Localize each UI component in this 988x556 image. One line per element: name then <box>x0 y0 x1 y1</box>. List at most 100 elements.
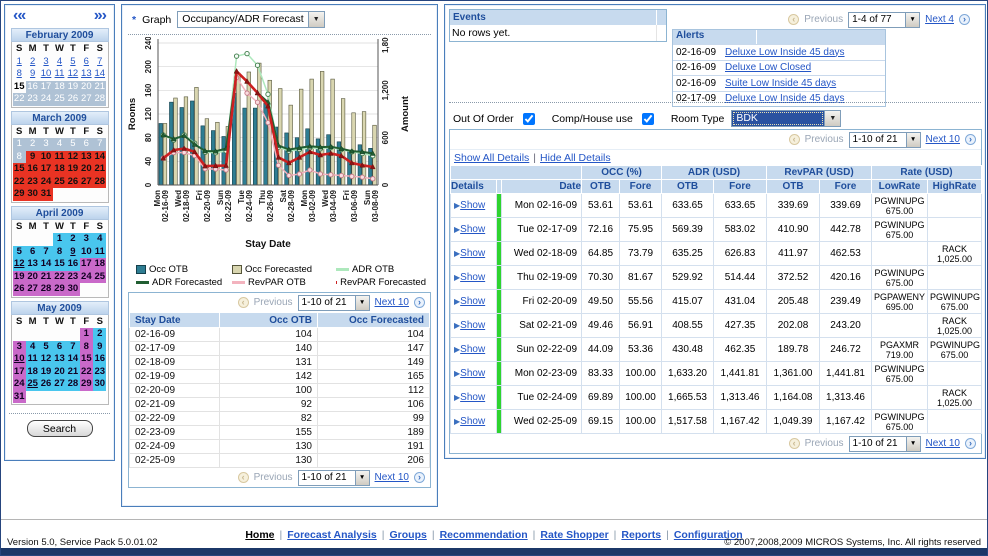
calendar-day[interactable]: 9 <box>26 151 39 164</box>
calendar-day[interactable]: 25 <box>26 378 39 391</box>
previous-page-icon[interactable]: ‹ <box>788 14 799 25</box>
calendar-day[interactable]: 23 <box>26 176 39 189</box>
calendar-day[interactable]: 27 <box>53 378 66 391</box>
footer-nav-home[interactable]: Home <box>245 529 274 541</box>
calendar-day[interactable]: 15 <box>53 258 66 271</box>
calendar-day[interactable]: 7 <box>39 246 52 259</box>
calendar-day[interactable]: 6 <box>26 246 39 259</box>
calendar-day[interactable]: 14 <box>93 68 106 81</box>
search-button[interactable]: Search <box>27 420 93 437</box>
calendar-day[interactable]: 1 <box>80 328 93 341</box>
calendar-day[interactable]: 10 <box>13 353 26 366</box>
calendar-day[interactable]: 30 <box>93 378 106 391</box>
graph-type-select[interactable]: Occupancy/ADR Forecast ▼ <box>177 11 324 28</box>
calendar-day[interactable]: 9 <box>66 246 79 259</box>
alert-link[interactable]: Suite Low Inside 45 days <box>725 78 885 89</box>
next-page-link[interactable]: Next 10 <box>926 438 960 449</box>
show-details-link[interactable]: Show <box>460 296 485 307</box>
calendar-day[interactable]: 2 <box>93 328 106 341</box>
calendar-day[interactable]: 18 <box>26 366 39 379</box>
next-page-link[interactable]: Next 4 <box>925 14 954 25</box>
next-page-icon[interactable]: › <box>965 438 976 449</box>
calendar-day[interactable]: 5 <box>39 341 52 354</box>
page-range-select[interactable]: 1-4 of 77▼ <box>848 12 920 28</box>
calendar-day[interactable]: 6 <box>53 341 66 354</box>
hide-all-details-link[interactable]: Hide All Details <box>540 152 611 164</box>
calendar-day[interactable]: 29 <box>53 283 66 296</box>
next-page-link[interactable]: Next 10 <box>926 134 960 145</box>
page-range-select[interactable]: 1-10 of 21▼ <box>849 132 921 148</box>
comp-house-checkbox[interactable] <box>642 113 654 125</box>
calendar-day[interactable]: 5 <box>13 246 26 259</box>
calendar-day[interactable]: 12 <box>66 151 79 164</box>
calendar-day[interactable]: 27 <box>26 283 39 296</box>
calendar-day[interactable]: 25 <box>53 176 66 189</box>
calendar-day[interactable]: 1 <box>53 233 66 246</box>
show-details-link[interactable]: Show <box>460 200 485 211</box>
calendar-day[interactable]: 3 <box>80 233 93 246</box>
calendar-day[interactable]: 19 <box>66 163 79 176</box>
page-range-select[interactable]: 1-10 of 21▼ <box>298 470 370 486</box>
calendar-day[interactable]: 15 <box>13 81 26 94</box>
calendar-prev-button[interactable]: ‹« <box>13 7 25 25</box>
calendar-day[interactable]: 23 <box>93 366 106 379</box>
next-page-icon[interactable]: › <box>959 14 970 25</box>
calendar-day[interactable]: 16 <box>26 163 39 176</box>
calendar-day[interactable]: 22 <box>13 176 26 189</box>
calendar-day[interactable]: 30 <box>26 188 39 201</box>
calendar-day[interactable]: 29 <box>80 378 93 391</box>
calendar-day[interactable]: 11 <box>93 246 106 259</box>
previous-page-icon[interactable]: ‹ <box>238 472 249 483</box>
calendar-day[interactable]: 17 <box>80 258 93 271</box>
calendar-day[interactable]: 18 <box>93 258 106 271</box>
calendar-day[interactable]: 24 <box>13 378 26 391</box>
calendar-day[interactable]: 20 <box>26 271 39 284</box>
calendar-day[interactable]: 4 <box>53 56 66 69</box>
calendar-day[interactable]: 3 <box>13 341 26 354</box>
calendar-day[interactable]: 9 <box>26 68 39 81</box>
show-all-details-link[interactable]: Show All Details <box>454 152 529 164</box>
calendar-day[interactable]: 3 <box>39 56 52 69</box>
footer-nav-reports[interactable]: Reports <box>621 529 661 541</box>
page-range-select[interactable]: 1-10 of 21▼ <box>298 295 370 311</box>
calendar-day[interactable]: 7 <box>93 56 106 69</box>
calendar-day[interactable]: 13 <box>26 258 39 271</box>
show-details-link[interactable]: Show <box>460 272 485 283</box>
calendar-day[interactable]: 11 <box>26 353 39 366</box>
show-details-link[interactable]: Show <box>460 416 485 427</box>
calendar-day[interactable]: 17 <box>13 366 26 379</box>
calendar-day[interactable]: 21 <box>66 366 79 379</box>
page-range-select[interactable]: 1-10 of 21▼ <box>849 436 921 452</box>
calendar-day[interactable]: 2 <box>26 56 39 69</box>
calendar-day[interactable]: 27 <box>80 176 93 189</box>
show-details-link[interactable]: Show <box>460 368 485 379</box>
show-details-link[interactable]: Show <box>460 320 485 331</box>
calendar-day[interactable]: 11 <box>53 151 66 164</box>
calendar-day[interactable]: 30 <box>66 283 79 296</box>
calendar-day[interactable]: 1 <box>13 56 26 69</box>
room-type-select[interactable]: BDK ▼ <box>731 110 841 127</box>
show-details-link[interactable]: Show <box>460 224 485 235</box>
show-details-link[interactable]: Show <box>460 344 485 355</box>
calendar-day[interactable]: 4 <box>93 233 106 246</box>
calendar-day[interactable]: 8 <box>13 68 26 81</box>
calendar-day[interactable]: 10 <box>39 68 52 81</box>
calendar-day[interactable]: 28 <box>93 176 106 189</box>
calendar-day[interactable]: 8 <box>80 341 93 354</box>
calendar-day[interactable]: 20 <box>53 366 66 379</box>
show-details-link[interactable]: Show <box>460 392 485 403</box>
calendar-day[interactable]: 22 <box>53 271 66 284</box>
footer-nav-rate-shopper[interactable]: Rate Shopper <box>540 529 608 541</box>
calendar-day[interactable]: 19 <box>13 271 26 284</box>
out-of-order-checkbox[interactable] <box>523 113 535 125</box>
calendar-day[interactable]: 21 <box>39 271 52 284</box>
calendar-next-button[interactable]: »› <box>94 7 106 25</box>
calendar-day[interactable]: 21 <box>93 163 106 176</box>
calendar-day[interactable]: 25 <box>93 271 106 284</box>
calendar-day[interactable]: 13 <box>80 151 93 164</box>
calendar-day[interactable]: 4 <box>26 341 39 354</box>
calendar-day[interactable]: 11 <box>53 68 66 81</box>
calendar-day[interactable]: 28 <box>39 283 52 296</box>
calendar-day[interactable]: 24 <box>39 176 52 189</box>
calendar-day[interactable]: 12 <box>66 68 79 81</box>
